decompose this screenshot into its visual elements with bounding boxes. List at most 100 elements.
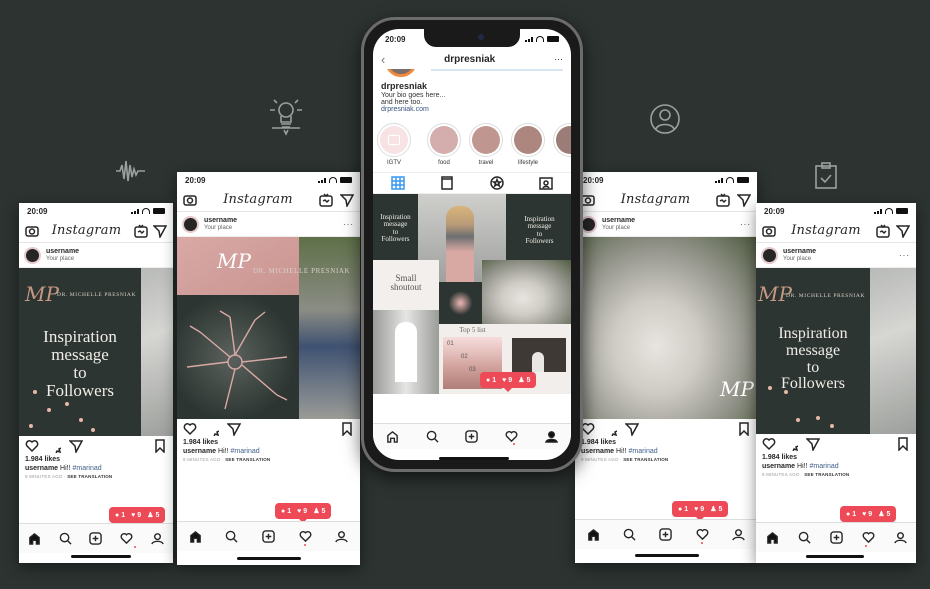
activity-notification[interactable]: ● 1 ♥ 9 ♟ 5 xyxy=(480,372,537,392)
hashtag-link[interactable]: #marinad xyxy=(809,463,838,470)
home-icon[interactable] xyxy=(27,532,41,546)
post-location[interactable]: Your place xyxy=(46,256,79,262)
hashtag-link[interactable]: #marinad xyxy=(230,448,259,455)
highlight-igtv[interactable]: IGTV xyxy=(377,123,411,166)
like-icon[interactable] xyxy=(183,422,197,436)
bookmark-icon[interactable] xyxy=(340,422,354,436)
bookmark-icon[interactable] xyxy=(896,437,910,451)
grid-post[interactable]: Inspiration message to Followers xyxy=(373,194,418,260)
avatar[interactable] xyxy=(182,215,199,233)
igtv-icon[interactable] xyxy=(134,223,148,238)
post-location[interactable]: Your place xyxy=(204,225,237,231)
search-icon[interactable] xyxy=(425,430,439,444)
activity-heart-icon[interactable] xyxy=(298,530,312,544)
activity-heart-icon[interactable] xyxy=(695,528,709,542)
like-icon[interactable] xyxy=(762,437,776,451)
home-icon[interactable] xyxy=(188,530,202,544)
share-icon[interactable] xyxy=(625,422,639,436)
post-image[interactable]: MP xyxy=(575,237,757,419)
grid-post[interactable]: Inspiration message to Followers xyxy=(506,194,571,260)
home-icon[interactable] xyxy=(386,430,400,444)
post-image[interactable]: MP DR. MICHELLE PRESNIAK xyxy=(177,237,360,419)
bookmark-icon[interactable] xyxy=(737,422,751,436)
profile-icon[interactable] xyxy=(732,528,746,542)
avatar[interactable] xyxy=(761,246,778,264)
avatar[interactable] xyxy=(24,246,41,264)
post-username[interactable]: username xyxy=(783,248,816,256)
comment-icon[interactable] xyxy=(603,422,617,436)
igtv-icon[interactable] xyxy=(876,223,890,238)
share-icon[interactable] xyxy=(69,439,83,453)
grid-post[interactable] xyxy=(373,310,439,394)
igtv-icon[interactable] xyxy=(716,192,730,207)
post-header[interactable]: username Your place ··· xyxy=(575,212,757,237)
activity-notification[interactable]: ● 1 ♥ 9 ♟ 5 xyxy=(672,501,729,521)
direct-message-icon[interactable] xyxy=(736,193,751,207)
activity-heart-icon[interactable] xyxy=(505,430,519,444)
hashtag-link[interactable]: #marinad xyxy=(628,448,657,455)
see-translation-link[interactable]: SEE TRANSLATION xyxy=(225,457,270,462)
add-post-icon[interactable] xyxy=(89,532,103,546)
highlight-more[interactable] xyxy=(553,123,571,166)
activity-notification[interactable]: ● 1 ♥ 9 ♟ 5 xyxy=(840,506,897,526)
like-icon[interactable] xyxy=(581,422,595,436)
post-header[interactable]: username Your place xyxy=(19,243,173,268)
see-translation-link[interactable]: SEE TRANSLATION xyxy=(623,457,668,462)
highlight-travel[interactable]: travel xyxy=(469,123,503,166)
see-translation-link[interactable]: SEE TRANSLATION xyxy=(804,472,849,477)
grid-post[interactable] xyxy=(439,282,482,324)
igtv-tab[interactable] xyxy=(440,176,454,190)
like-icon[interactable] xyxy=(25,439,39,453)
search-icon[interactable] xyxy=(797,531,811,545)
profile-icon[interactable] xyxy=(893,531,907,545)
share-icon[interactable] xyxy=(227,422,241,436)
post-username[interactable]: username xyxy=(602,217,635,225)
search-icon[interactable] xyxy=(623,528,637,542)
activity-notification[interactable]: ● 1 ♥ 9 ♟ 5 xyxy=(275,503,332,523)
grid-post[interactable]: Small shoutout xyxy=(373,260,439,310)
post-username[interactable]: username xyxy=(46,248,79,256)
more-options-icon[interactable]: ··· xyxy=(343,220,354,229)
post-header[interactable]: username Your place ··· xyxy=(756,243,916,268)
activity-heart-icon[interactable] xyxy=(120,532,134,546)
post-header[interactable]: username Your place ··· xyxy=(177,212,360,237)
likes-count[interactable]: 1.984 likes xyxy=(177,439,360,446)
direct-message-icon[interactable] xyxy=(339,193,354,207)
activity-notification[interactable]: ● 1 ♥ 9 ♟ 5 xyxy=(109,507,166,527)
see-translation-link[interactable]: SEE TRANSLATION xyxy=(67,474,112,479)
post-image[interactable]: MP DR. MICHELLE PRESNIAK Inspiration mess… xyxy=(756,268,916,434)
add-post-icon[interactable] xyxy=(261,530,275,544)
post-image[interactable]: MP DR. MICHELLE PRESNIAK Inspiration mess… xyxy=(19,268,173,436)
more-options-icon[interactable]: ··· xyxy=(740,220,751,229)
tagged-tab[interactable] xyxy=(539,176,553,190)
comment-icon[interactable] xyxy=(47,439,61,453)
post-username[interactable]: username xyxy=(204,217,237,225)
likes-count[interactable]: 1.984 likes xyxy=(756,454,916,461)
saved-tab[interactable] xyxy=(490,176,504,190)
camera-icon[interactable] xyxy=(762,224,776,238)
highlight-lifestyle[interactable]: lifestyle xyxy=(511,123,545,166)
profile-icon[interactable] xyxy=(151,532,165,546)
camera-icon[interactable] xyxy=(581,193,595,207)
profile-icon[interactable] xyxy=(335,530,349,544)
share-icon[interactable] xyxy=(806,437,820,451)
profile-avatar[interactable] xyxy=(385,69,417,77)
hashtag-link[interactable]: #marinad xyxy=(72,465,101,472)
more-options-icon[interactable]: ··· xyxy=(554,54,563,64)
home-icon[interactable] xyxy=(765,531,779,545)
likes-count[interactable]: 1.984 likes xyxy=(575,439,757,446)
more-options-icon[interactable]: ··· xyxy=(899,251,910,260)
website-link[interactable]: drpresniak.com xyxy=(381,106,563,113)
highlight-food[interactable]: food xyxy=(427,123,461,166)
search-icon[interactable] xyxy=(58,532,72,546)
home-icon[interactable] xyxy=(586,528,600,542)
camera-icon[interactable] xyxy=(183,193,197,207)
search-icon[interactable] xyxy=(225,530,239,544)
camera-icon[interactable] xyxy=(25,224,39,238)
add-post-icon[interactable] xyxy=(829,531,843,545)
activity-heart-icon[interactable] xyxy=(861,531,875,545)
back-icon[interactable]: ‹ xyxy=(381,52,385,67)
direct-message-icon[interactable] xyxy=(895,224,910,238)
post-location[interactable]: Your place xyxy=(783,256,816,262)
post-location[interactable]: Your place xyxy=(602,225,635,231)
